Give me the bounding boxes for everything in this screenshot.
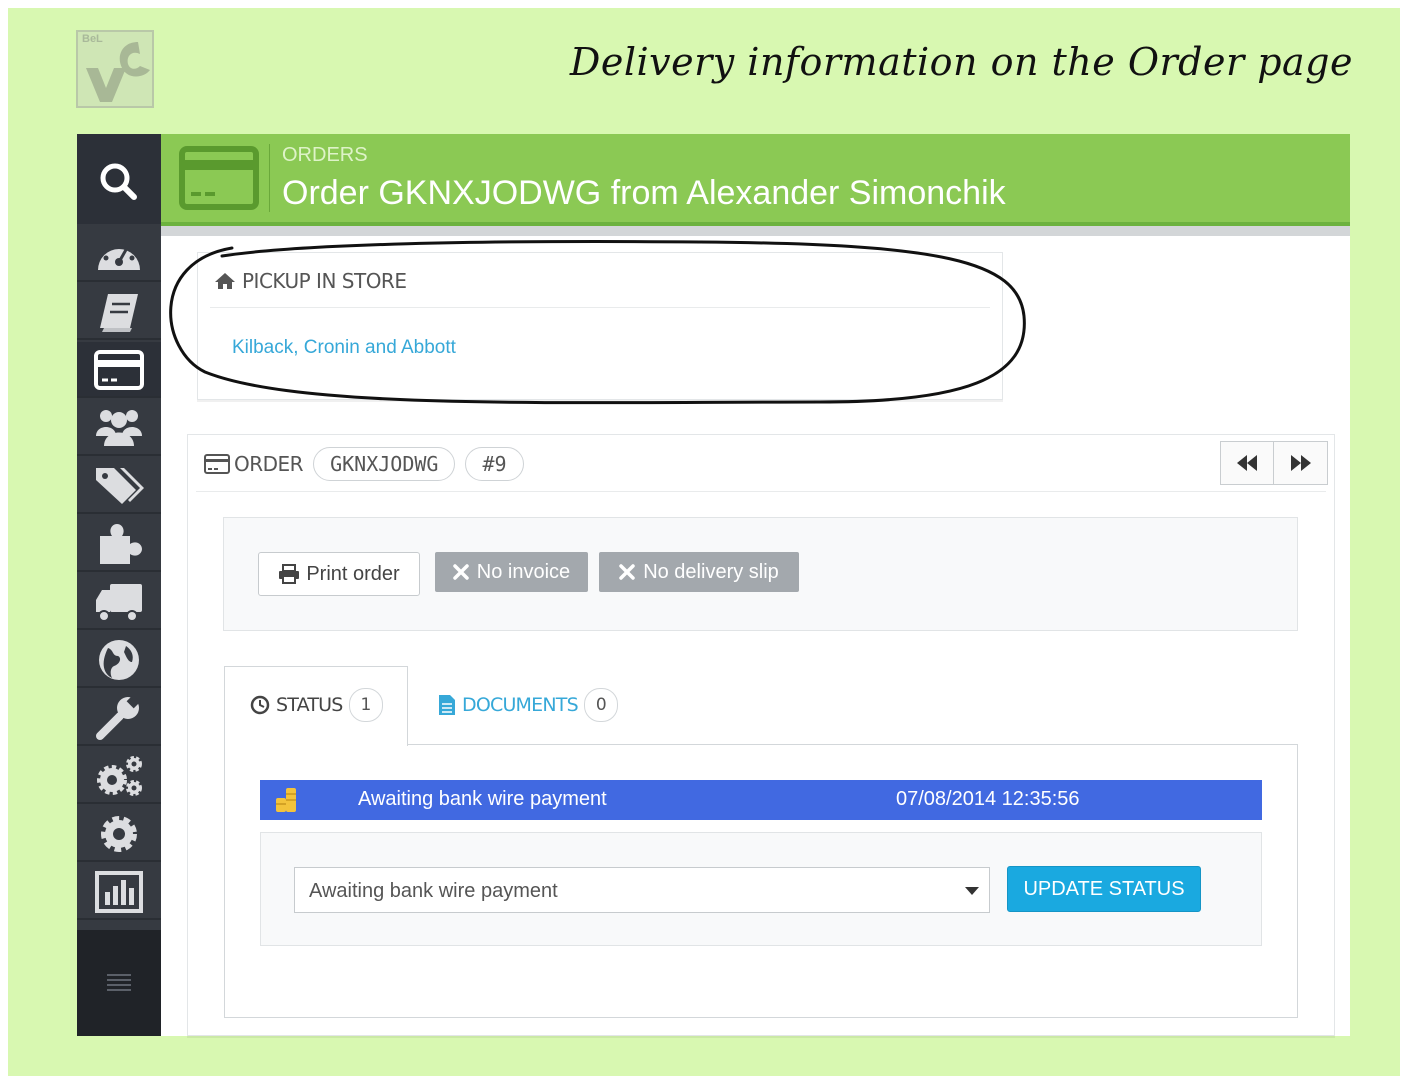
pickup-panel: PICKUP IN STORE Kilback, Cronin and Abbo…	[197, 252, 1003, 400]
coins-icon	[276, 788, 296, 812]
status-history-row: Awaiting bank wire payment 07/08/2014 12…	[260, 780, 1262, 820]
shipping-icon	[96, 584, 142, 622]
modules-icon	[100, 524, 142, 564]
breadcrumb[interactable]: ORDERS	[282, 144, 368, 167]
print-order-button[interactable]: Print order	[258, 552, 420, 596]
home-icon	[215, 273, 235, 289]
catalog-icon	[100, 294, 138, 332]
clock-icon	[250, 695, 270, 715]
header-subbar	[161, 226, 1350, 236]
order-divider	[196, 491, 1326, 492]
administration-icon	[101, 816, 137, 852]
tab-status-text: STATUS	[276, 694, 343, 716]
sidebar-item-orders[interactable]	[77, 342, 161, 398]
preferences-icon	[96, 696, 141, 740]
localization-icon	[99, 640, 139, 680]
update-status-button[interactable]: UPDATE STATUS	[1007, 866, 1201, 912]
no-delivery-slip-button[interactable]: No delivery slip	[599, 552, 799, 592]
sidebar-item-customers[interactable]	[77, 400, 161, 456]
sidebar-search[interactable]	[77, 134, 161, 224]
tab-status-count: 1	[348, 688, 383, 722]
sidebar-item-preferences[interactable]	[77, 690, 161, 746]
orders-icon	[94, 350, 144, 390]
print-icon	[279, 564, 300, 584]
sidebar-footer	[77, 930, 161, 1036]
slide-headline: Delivery information on the Order page	[569, 40, 1353, 84]
no-invoice-button[interactable]: No invoice	[435, 552, 588, 592]
no-invoice-label: No invoice	[476, 560, 571, 583]
orders-header-icon	[179, 146, 259, 210]
credit-card-icon	[204, 454, 230, 474]
close-icon	[619, 564, 635, 580]
close-icon	[453, 564, 469, 580]
print-order-label: Print order	[306, 562, 400, 585]
previous-order-button[interactable]	[1220, 441, 1274, 485]
order-panel-heading: ORDER GKNXJODWG #9	[204, 447, 524, 481]
chevron-down-icon	[965, 887, 979, 895]
no-delivery-slip-label: No delivery slip	[643, 560, 779, 583]
order-status-select[interactable]: Awaiting bank wire payment	[294, 867, 990, 913]
status-history-date: 07/08/2014 12:35:56	[896, 788, 1080, 810]
sidebar	[77, 134, 161, 1036]
file-icon	[439, 695, 455, 715]
advanced-parameters-icon	[97, 756, 142, 796]
menu-icon[interactable]	[107, 974, 131, 994]
order-number-badge: #9	[465, 447, 524, 481]
sidebar-item-localization[interactable]	[77, 632, 161, 688]
page-header: ORDERS Order GKNXJODWG from Alexander Si…	[161, 134, 1350, 226]
logo-mark-icon	[86, 42, 150, 102]
tab-status-label[interactable]: STATUS 1	[250, 688, 383, 722]
next-order-button[interactable]	[1274, 441, 1328, 485]
price-rules-icon	[96, 468, 144, 504]
order-label: ORDER	[234, 452, 304, 476]
dashboard-icon	[98, 244, 140, 270]
pickup-divider	[210, 307, 990, 308]
customers-icon	[96, 410, 142, 446]
pickup-store-link[interactable]: Kilback, Cronin and Abbott	[232, 337, 456, 359]
brand-logo: BeL	[76, 30, 154, 108]
sidebar-item-stats[interactable]	[77, 864, 161, 920]
pickup-heading-text: PICKUP IN STORE	[242, 269, 407, 293]
sidebar-item-modules[interactable]	[77, 516, 161, 572]
backward-icon	[1237, 455, 1257, 471]
tab-documents-count: 0	[583, 688, 618, 722]
search-icon	[100, 163, 137, 200]
order-reference-badge: GKNXJODWG	[313, 447, 456, 481]
sidebar-item-advanced-parameters[interactable]	[77, 748, 161, 804]
sidebar-item-price-rules[interactable]	[77, 458, 161, 514]
sidebar-item-catalog[interactable]	[77, 284, 161, 340]
order-nav	[1220, 441, 1328, 485]
order-status-select-value: Awaiting bank wire payment	[309, 880, 558, 902]
forward-icon	[1290, 455, 1311, 471]
sidebar-item-dashboard[interactable]	[77, 226, 161, 282]
tab-documents[interactable]: DOCUMENTS 0	[438, 688, 618, 722]
status-history-label: Awaiting bank wire payment	[358, 788, 607, 810]
sidebar-item-administration[interactable]	[77, 806, 161, 862]
tab-documents-text: DOCUMENTS	[462, 694, 579, 716]
stats-icon	[95, 871, 143, 913]
pickup-panel-heading: PICKUP IN STORE	[214, 269, 407, 293]
sidebar-item-shipping[interactable]	[77, 574, 161, 630]
header-divider	[269, 144, 270, 212]
page-title: Order GKNXJODWG from Alexander Simonchik	[282, 174, 1006, 212]
